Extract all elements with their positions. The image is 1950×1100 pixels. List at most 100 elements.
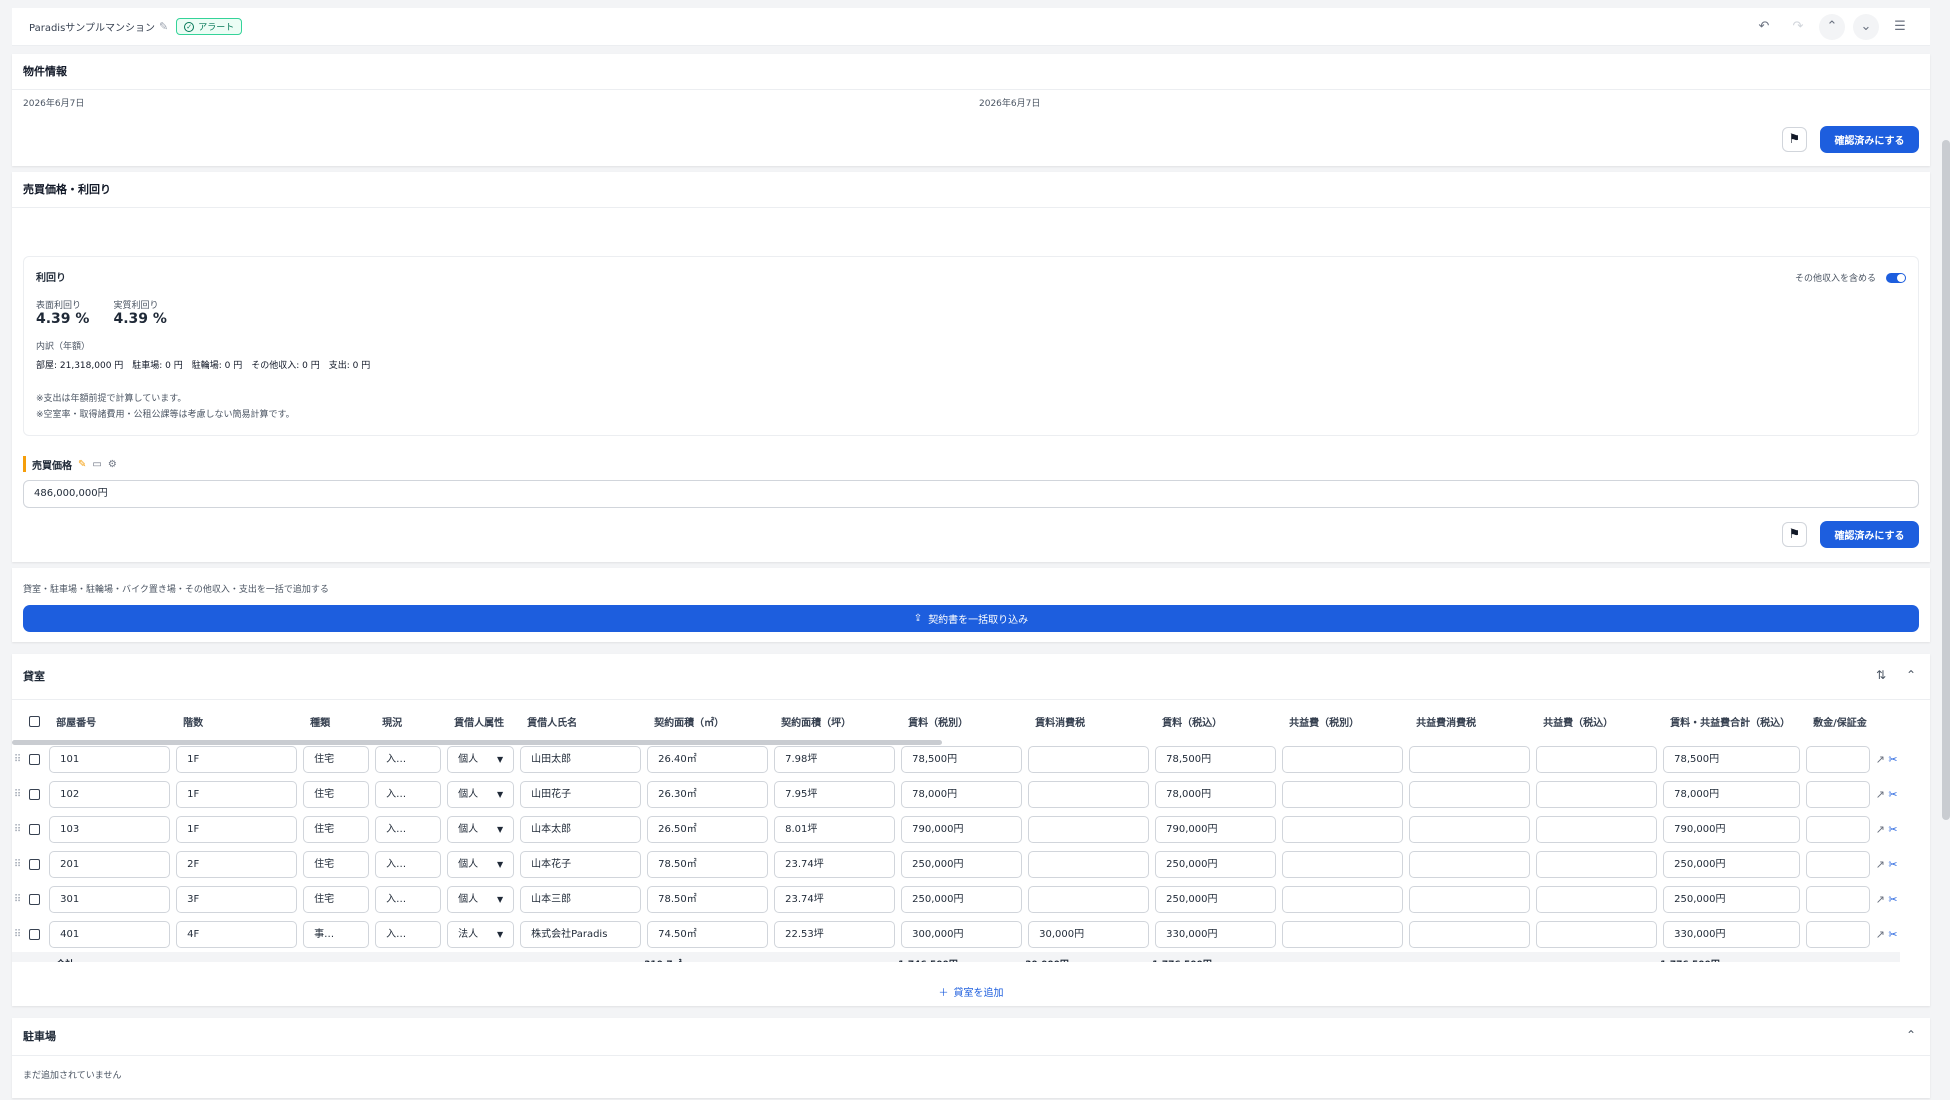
- cell-room[interactable]: 101: [49, 746, 171, 773]
- cell-fee[interactable]: [1282, 746, 1404, 773]
- open-external-icon[interactable]: ↗: [1876, 893, 1885, 906]
- cell-rent_in[interactable]: 790,000円: [1155, 816, 1277, 843]
- cell-floor[interactable]: 1F: [176, 746, 298, 773]
- cell-deposit[interactable]: [1806, 851, 1871, 878]
- cell-tsubo[interactable]: 8.01坪: [774, 816, 896, 843]
- row-checkbox[interactable]: [29, 859, 41, 870]
- cell-name[interactable]: 山田太郎: [520, 746, 642, 773]
- cell-type[interactable]: 住宅: [303, 816, 370, 843]
- cell-fee_tax[interactable]: [1409, 886, 1531, 913]
- unlink-icon[interactable]: ✂: [1888, 788, 1897, 801]
- cell-attr[interactable]: 個人 ▼: [447, 851, 515, 878]
- cell-floor[interactable]: 4F: [176, 921, 298, 948]
- cell-attr[interactable]: 個人 ▼: [447, 816, 515, 843]
- cell-status[interactable]: 入…: [375, 886, 442, 913]
- flag-icon[interactable]: ⚑: [1782, 127, 1807, 152]
- menu-icon[interactable]: ☰: [1887, 14, 1913, 40]
- cell-type[interactable]: 住宅: [303, 781, 370, 808]
- cell-room[interactable]: 401: [49, 921, 171, 948]
- cell-sqm[interactable]: 78.50㎡: [647, 851, 769, 878]
- cell-attr[interactable]: 個人 ▼: [447, 781, 515, 808]
- cell-rent_in[interactable]: 78,500円: [1155, 746, 1277, 773]
- drag-handle-icon[interactable]: ⠿: [12, 847, 23, 882]
- cell-tsubo[interactable]: 7.95坪: [774, 781, 896, 808]
- undo-icon[interactable]: ↶: [1751, 14, 1777, 40]
- cell-rent[interactable]: 250,000円: [901, 851, 1023, 878]
- cell-deposit[interactable]: [1806, 886, 1871, 913]
- select-all-checkbox[interactable]: [29, 715, 41, 727]
- cell-name[interactable]: 山本花子: [520, 851, 642, 878]
- cell-fee_tax[interactable]: [1409, 746, 1531, 773]
- cell-deposit[interactable]: [1806, 816, 1871, 843]
- unlink-icon[interactable]: ✂: [1888, 928, 1897, 941]
- cell-tsubo[interactable]: 22.53坪: [774, 921, 896, 948]
- cell-deposit[interactable]: [1806, 781, 1871, 808]
- cell-fee_in[interactable]: [1536, 816, 1658, 843]
- price-input[interactable]: 486,000,000円: [23, 480, 1919, 508]
- cell-type[interactable]: 住宅: [303, 886, 370, 913]
- cell-tsubo[interactable]: 7.98坪: [774, 746, 896, 773]
- cell-fee_in[interactable]: [1536, 886, 1658, 913]
- cell-name[interactable]: 株式会社Paradis: [520, 921, 642, 948]
- cell-sqm[interactable]: 26.30㎡: [647, 781, 769, 808]
- cell-tax[interactable]: [1028, 886, 1150, 913]
- cell-tax[interactable]: [1028, 816, 1150, 843]
- cell-floor[interactable]: 1F: [176, 816, 298, 843]
- unlink-icon[interactable]: ✂: [1888, 893, 1897, 906]
- cell-rent[interactable]: 78,500円: [901, 746, 1023, 773]
- cell-total[interactable]: 790,000円: [1663, 816, 1801, 843]
- cell-fee_tax[interactable]: [1409, 921, 1531, 948]
- cell-fee[interactable]: [1282, 886, 1404, 913]
- cell-rent[interactable]: 250,000円: [901, 886, 1023, 913]
- cell-floor[interactable]: 1F: [176, 781, 298, 808]
- row-checkbox[interactable]: [29, 789, 41, 800]
- drag-handle-icon[interactable]: ⠿: [12, 882, 23, 917]
- cell-fee_in[interactable]: [1536, 851, 1658, 878]
- cell-rent[interactable]: 790,000円: [901, 816, 1023, 843]
- open-external-icon[interactable]: ↗: [1876, 928, 1885, 941]
- cell-room[interactable]: 103: [49, 816, 171, 843]
- chevron-down-icon[interactable]: ⌄: [1853, 13, 1879, 40]
- cell-floor[interactable]: 3F: [176, 886, 298, 913]
- cell-status[interactable]: 入…: [375, 746, 442, 773]
- alert-badge[interactable]: ✓ アラート: [176, 18, 243, 35]
- cell-fee[interactable]: [1282, 781, 1404, 808]
- row-checkbox[interactable]: [29, 824, 41, 835]
- cell-fee_tax[interactable]: [1409, 816, 1531, 843]
- cell-total[interactable]: 330,000円: [1663, 921, 1801, 948]
- cell-total[interactable]: 78,000円: [1663, 781, 1801, 808]
- unlink-icon[interactable]: ✂: [1888, 823, 1897, 836]
- sort-icon[interactable]: ⇅: [1876, 668, 1886, 682]
- cell-fee[interactable]: [1282, 816, 1404, 843]
- drag-handle-icon[interactable]: ⠿: [12, 777, 23, 812]
- cell-rent[interactable]: 300,000円: [901, 921, 1023, 948]
- cell-fee[interactable]: [1282, 921, 1404, 948]
- cell-rent_in[interactable]: 330,000円: [1155, 921, 1277, 948]
- open-external-icon[interactable]: ↗: [1876, 753, 1885, 766]
- cell-rent_in[interactable]: 250,000円: [1155, 851, 1277, 878]
- drag-handle-icon[interactable]: ⠿: [12, 917, 23, 952]
- cell-name[interactable]: 山本三郎: [520, 886, 642, 913]
- cell-fee_in[interactable]: [1536, 921, 1658, 948]
- cell-tsubo[interactable]: 23.74坪: [774, 851, 896, 878]
- gear-icon[interactable]: ⚙: [108, 459, 117, 470]
- cell-attr[interactable]: 個人 ▼: [447, 746, 515, 773]
- comment-icon[interactable]: ▭: [92, 459, 101, 470]
- cell-fee_tax[interactable]: [1409, 851, 1531, 878]
- collapse-icon[interactable]: ⌃: [1906, 1028, 1916, 1042]
- cell-attr[interactable]: 法人 ▼: [447, 921, 515, 948]
- add-room-button[interactable]: ＋ 貸室を追加: [12, 976, 1930, 1006]
- cell-total[interactable]: 250,000円: [1663, 886, 1801, 913]
- cell-tax[interactable]: 30,000円: [1028, 921, 1150, 948]
- unlink-icon[interactable]: ✂: [1888, 858, 1897, 871]
- unlink-icon[interactable]: ✂: [1888, 753, 1897, 766]
- row-checkbox[interactable]: [29, 754, 41, 765]
- row-checkbox[interactable]: [29, 894, 41, 905]
- collapse-icon[interactable]: ⌃: [1906, 668, 1916, 682]
- cell-floor[interactable]: 2F: [176, 851, 298, 878]
- cell-fee_tax[interactable]: [1409, 781, 1531, 808]
- open-external-icon[interactable]: ↗: [1876, 823, 1885, 836]
- cell-type[interactable]: 住宅: [303, 746, 370, 773]
- cell-total[interactable]: 250,000円: [1663, 851, 1801, 878]
- cell-fee[interactable]: [1282, 851, 1404, 878]
